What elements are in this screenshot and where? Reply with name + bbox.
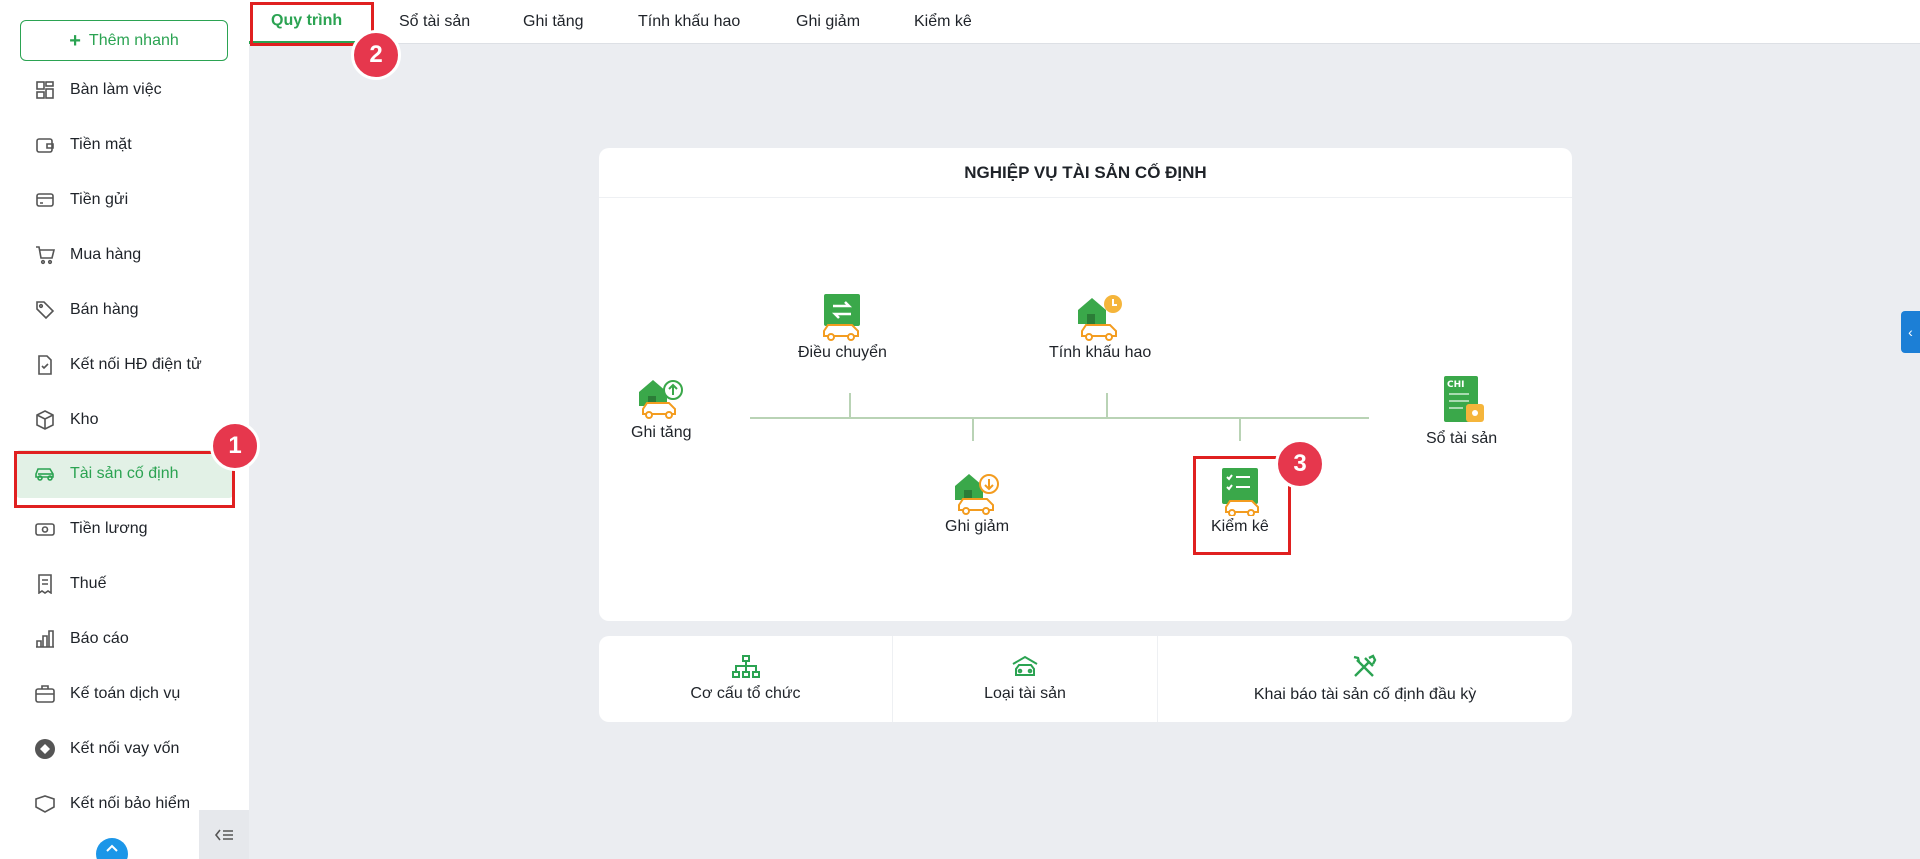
depreciation-icon: [1078, 295, 1123, 341]
dashboard-icon: [34, 79, 56, 101]
sidebar-item-label: Mua hàng: [70, 246, 142, 263]
sidebar: + Thêm nhanh Bàn làm việc Tiền mặt Tiền …: [0, 0, 249, 859]
settings-card: Cơ cấu tổ chức Loại tài sản Khai báo tài…: [599, 636, 1572, 722]
asset-increase-icon: [639, 380, 684, 419]
annotation-badge-3: 3: [1275, 439, 1325, 489]
sidebar-item-label: Kho: [70, 411, 99, 428]
org-chart-icon: [731, 655, 760, 678]
sidebar-item-thue[interactable]: Thuế: [16, 560, 233, 608]
node-so-tai-san[interactable]: CHI Sổ tài sản: [1426, 376, 1497, 448]
asset-decrease-icon: [955, 474, 1000, 515]
org-structure-label: Cơ cấu tổ chức: [690, 685, 801, 702]
sidebar-item-ke-toan-dich-vu[interactable]: Kế toán dịch vụ: [16, 670, 233, 718]
sidebar-item-label: Kết nối HĐ điện tử: [70, 356, 202, 373]
node-label: Ghi giảm: [945, 518, 1010, 535]
node-label: Tính khấu hao: [1049, 344, 1152, 361]
asset-type-link[interactable]: Loại tài sản: [892, 636, 1157, 722]
asset-type-label: Loại tài sản: [984, 685, 1066, 702]
node-dieu-chuyen[interactable]: Điều chuyển: [798, 294, 887, 362]
money-icon: [34, 518, 56, 540]
opening-balance-label: Khai báo tài sản cố định đầu kỳ: [1253, 686, 1477, 703]
sidebar-item-label: Kết nối vay vốn: [70, 740, 180, 757]
card-icon: [34, 189, 56, 211]
node-ghi-tang[interactable]: Ghi tăng: [631, 374, 691, 442]
tab-so-tai-san[interactable]: Sổ tài sản: [399, 0, 470, 44]
sidebar-item-mua-hang[interactable]: Mua hàng: [16, 231, 233, 279]
sidebar-item-ket-noi-hd[interactable]: Kết nối HĐ điện tử: [16, 341, 233, 389]
sidebar-item-ban-hang[interactable]: Bán hàng: [16, 286, 233, 334]
loan-icon: [34, 738, 56, 760]
sidebar-item-tien-luong[interactable]: Tiền lương: [16, 505, 233, 553]
connector-dieu-chuyen: [849, 393, 851, 418]
garage-car-icon: [1012, 655, 1038, 676]
connector-kiem-ke: [1239, 418, 1241, 441]
ledger-icon-text: CHI: [1447, 380, 1465, 390]
sidebar-item-kho[interactable]: Kho: [16, 396, 233, 444]
quick-add-button[interactable]: + Thêm nhanh: [20, 20, 228, 61]
tab-kiem-ke[interactable]: Kiểm kê: [914, 0, 972, 44]
org-structure-link[interactable]: Cơ cấu tổ chức: [599, 636, 892, 722]
connector-tinh-khau-hao: [1106, 393, 1108, 418]
opening-balance-link[interactable]: Khai báo tài sản cố định đầu kỳ: [1157, 636, 1572, 722]
scroll-up-button[interactable]: [96, 838, 128, 859]
annotation-badge-1: 1: [210, 421, 260, 471]
chart-icon: [34, 628, 56, 650]
process-card: NGHIỆP VỤ TÀI SẢN CỐ ĐỊNH Ghi tăng Điều …: [599, 148, 1572, 621]
sidebar-item-label: Kết nối bảo hiểm: [70, 795, 191, 812]
briefcase-icon: [34, 683, 56, 705]
collapse-sidebar-button[interactable]: [199, 810, 249, 859]
chevron-left-icon: ‹: [1908, 324, 1913, 340]
chevron-up-icon: [106, 844, 118, 852]
tab-tinh-khau-hao[interactable]: Tính khấu hao: [638, 0, 740, 44]
tab-bar: Quy trình Sổ tài sản Ghi tăng Tính khấu …: [249, 0, 1920, 44]
wallet-icon: [34, 134, 56, 156]
sidebar-item-label: Báo cáo: [70, 630, 129, 647]
collapse-icon: [214, 829, 233, 840]
sidebar-item-label: Bàn làm việc: [70, 81, 162, 98]
car-insurance-icon: [34, 793, 56, 815]
node-label: Điều chuyển: [798, 344, 887, 361]
cart-icon: [34, 244, 56, 266]
tab-ghi-giam[interactable]: Ghi giảm: [796, 0, 860, 44]
node-label: Sổ tài sản: [1426, 430, 1498, 447]
node-label: Ghi tăng: [631, 424, 692, 441]
receipt-icon: [34, 573, 56, 595]
sidebar-item-bao-cao[interactable]: Báo cáo: [16, 615, 233, 663]
connector-main: [750, 417, 1369, 419]
tag-icon: [34, 299, 56, 321]
sidebar-item-ket-noi-vay-von[interactable]: Kết nối vay vốn: [16, 725, 233, 773]
annotation-badge-2: 2: [351, 30, 401, 80]
sidebar-item-tien-mat[interactable]: Tiền mặt: [16, 121, 233, 169]
sidebar-item-label: Thuế: [70, 575, 107, 592]
box-icon: [34, 409, 56, 431]
invoice-icon: [34, 354, 56, 376]
node-tinh-khau-hao[interactable]: Tính khấu hao: [1049, 294, 1151, 362]
transfer-icon: [823, 294, 861, 341]
tools-icon: [1353, 654, 1377, 677]
sidebar-item-tien-gui[interactable]: Tiền gửi: [16, 176, 233, 224]
connector-ghi-giam: [972, 418, 974, 441]
sidebar-item-ban-lam-viec[interactable]: Bàn làm việc: [16, 66, 233, 114]
asset-ledger-icon: CHI: [1443, 376, 1484, 422]
sidebar-item-label: Tiền gửi: [70, 191, 129, 208]
annotation-box-1: [14, 451, 235, 508]
sidebar-item-label: Tiền mặt: [70, 136, 132, 153]
quick-add-label: Thêm nhanh: [88, 31, 179, 49]
sidebar-item-label: Kế toán dịch vụ: [70, 685, 181, 702]
sidebar-item-label: Bán hàng: [70, 301, 139, 318]
sidebar-item-label: Tiền lương: [70, 520, 148, 537]
node-ghi-giam[interactable]: Ghi giảm: [945, 468, 1009, 536]
tab-ghi-tang[interactable]: Ghi tăng: [523, 0, 583, 44]
card-title: NGHIỆP VỤ TÀI SẢN CỐ ĐỊNH: [599, 148, 1572, 198]
right-panel-toggle[interactable]: ‹: [1901, 311, 1920, 353]
plus-icon: +: [69, 29, 81, 52]
